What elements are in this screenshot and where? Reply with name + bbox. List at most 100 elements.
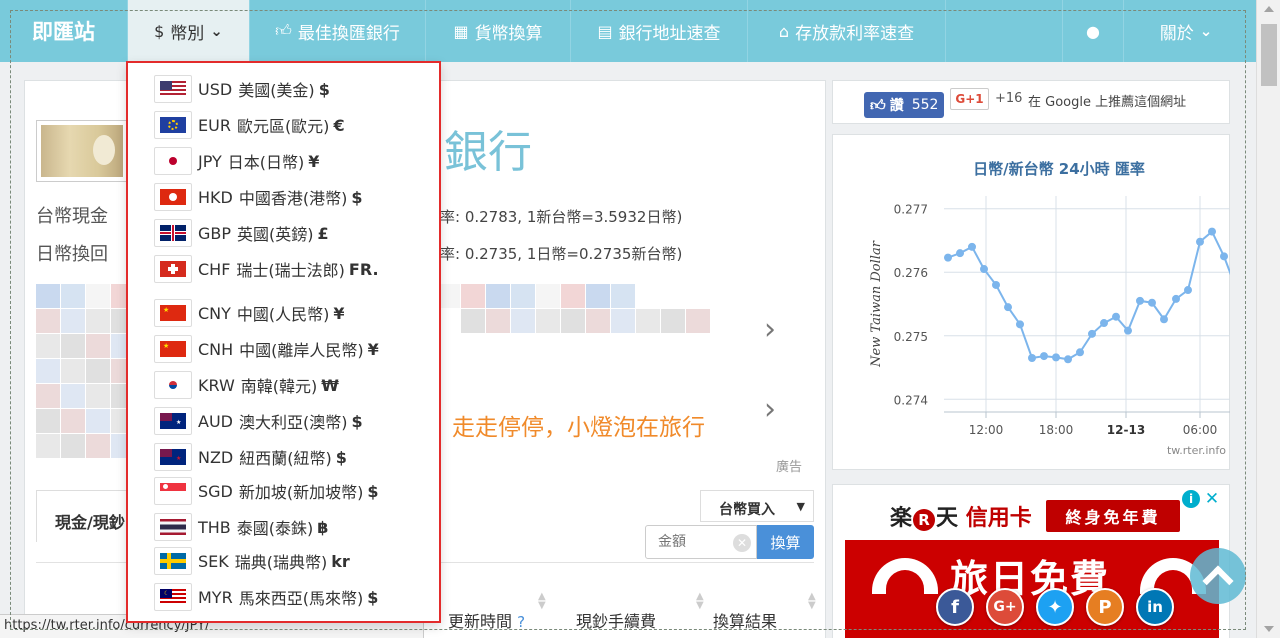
mosaic-tile	[86, 284, 110, 308]
dollar-icon: $	[154, 21, 165, 41]
chart-data-point	[1040, 352, 1048, 361]
mosaic-tile	[61, 309, 85, 333]
mosaic-tile	[61, 384, 85, 408]
facebook-like-button[interactable]: 👍︎ 讚 552	[864, 92, 944, 118]
chart-data-point	[1124, 326, 1132, 335]
y-tick-label: 0.276	[894, 266, 928, 280]
ad2-brand-card: 信用卡	[965, 506, 1032, 531]
currency-menu-item-sgd[interactable]: SGD 新加坡(新加坡幣) $	[154, 477, 379, 505]
ad2-headline: 旅日免費	[950, 557, 1111, 601]
currency-symbol: €	[333, 115, 345, 135]
book-icon: ▤	[597, 21, 613, 41]
scroll-up-icon[interactable]	[1264, 6, 1274, 12]
twitter-share-icon[interactable]: ✦	[1036, 588, 1074, 626]
chart-data-point	[1100, 319, 1108, 328]
caret-down-icon: ▼	[796, 500, 805, 513]
col-header-result[interactable]: 換算結果	[713, 608, 777, 632]
currency-menu-item-sek[interactable]: SEK 瑞典(瑞典幣) kr	[154, 547, 350, 575]
my-flag-icon: ☾	[154, 583, 192, 611]
nav-about[interactable]: 關於 ⌄	[1124, 0, 1248, 62]
mosaic-tile	[61, 334, 85, 358]
hk-flag-icon	[154, 183, 192, 211]
ad-close-icon[interactable]: ✕	[1201, 489, 1223, 509]
currency-symbol: £	[317, 223, 329, 243]
scroll-down-icon[interactable]	[1264, 626, 1274, 632]
chevron-right-icon[interactable]: ›	[764, 312, 776, 347]
sort-icon[interactable]: ▲ ▼	[808, 592, 816, 611]
mosaic-tile	[486, 284, 510, 308]
currency-menu-item-krw[interactable]: KRW 南韓(韓元) ₩	[154, 371, 339, 399]
clear-icon[interactable]: ✕	[733, 534, 751, 552]
help-icon[interactable]: ?	[517, 613, 525, 631]
chart-data-point	[1208, 227, 1216, 236]
se-flag-icon	[154, 547, 192, 575]
rate-line-return-value: 率: 0.2735, 1日幣=0.2735新台幣)	[440, 245, 683, 263]
site-logo[interactable]: 即匯站	[0, 0, 128, 62]
plurk-share-icon[interactable]: P	[1086, 588, 1124, 626]
chart-data-point	[1052, 353, 1060, 362]
currency-menu-item-myr[interactable]: ☾ MYR 馬來西亞(馬來幣) $	[154, 583, 378, 611]
convert-button[interactable]: 換算	[757, 525, 814, 559]
chevron-right-icon[interactable]: ›	[764, 392, 776, 427]
nav-bank-address[interactable]: ▤ 銀行地址速查	[571, 0, 748, 62]
currency-name: 瑞典(瑞典幣)	[234, 553, 328, 572]
currency-name: 中國(人民幣)	[236, 305, 330, 324]
currency-menu-item-cny[interactable]: ★ CNY 中國(人民幣) ¥	[154, 299, 345, 327]
currency-menu-item-usd[interactable]: USD 美國(美金) $	[154, 75, 330, 103]
chart-data-point	[1160, 315, 1168, 324]
arrow-up-icon	[1202, 565, 1234, 597]
nav-language[interactable]: ●	[1062, 0, 1124, 62]
chart-data-point	[992, 280, 1000, 289]
chart-data-point	[1220, 252, 1228, 261]
back-to-top-button[interactable]	[1190, 548, 1246, 604]
currency-menu-item-eur[interactable]: EUR 歐元區(歐元) €	[154, 111, 345, 139]
page: { "nav": { "brand": "即匯站", "currency_lab…	[0, 0, 1280, 638]
scrollbar-thumb[interactable]	[1261, 24, 1277, 86]
currency-menu-toggle[interactable]: $ 幣別 ⌄	[128, 0, 250, 62]
tab-cash[interactable]: 現金/現鈔	[36, 490, 132, 542]
direction-select-value: 台幣買入	[719, 502, 775, 518]
x-tick-label: 12-13	[1107, 423, 1145, 437]
currency-symbol: $	[335, 447, 347, 467]
chart-data-point	[1112, 312, 1120, 321]
mosaic-tile	[661, 309, 685, 333]
currency-menu-item-hkd[interactable]: HKD 中國香港(港幣) $	[154, 183, 362, 211]
page-title: 銀行	[444, 127, 532, 178]
currency-code: CNH	[198, 339, 234, 359]
currency-menu-item-thb[interactable]: THB 泰國(泰銖) ฿	[154, 513, 328, 541]
currency-menu-item-chf[interactable]: CHF 瑞士(瑞士法郎) FR.	[154, 255, 379, 283]
mosaic-tile	[86, 334, 110, 358]
sort-icon[interactable]: ▲ ▼	[538, 592, 546, 611]
currency-menu-item-aud[interactable]: ★ AUD 澳大利亞(澳幣) $	[154, 407, 363, 435]
y-axis-label: New Taiwan Dollar	[869, 240, 884, 368]
currency-menu-item-gbp[interactable]: GBP 英國(英鎊) £	[154, 219, 329, 247]
direction-select[interactable]: 台幣買入 ▼	[700, 490, 814, 522]
nz-flag-icon: ★	[154, 443, 192, 471]
nav-interest-rates[interactable]: ⌂ 存放款利率速查	[748, 0, 946, 62]
chevron-down-icon: ⌄	[210, 22, 223, 40]
currency-code: USD	[198, 79, 233, 99]
nav-best-bank[interactable]: 👍︎ 最佳換匯銀行	[250, 0, 426, 62]
currency-code: AUD	[198, 411, 233, 431]
ad-info-icon[interactable]: i	[1182, 490, 1200, 508]
x-tick-label: 18:00	[1039, 423, 1074, 437]
nav-converter[interactable]: ▦ 貨幣換算	[426, 0, 571, 62]
currency-name: 日本(日幣)	[227, 153, 305, 172]
facebook-share-icon[interactable]: f	[936, 588, 974, 626]
sort-icon[interactable]: ▲ ▼	[696, 592, 704, 611]
google-plus-share-icon[interactable]: G+	[986, 588, 1024, 626]
linkedin-share-icon[interactable]: in	[1136, 588, 1174, 626]
mosaic-tile	[86, 309, 110, 333]
currency-menu-item-nzd[interactable]: ★ NZD 紐西蘭(紐幣) $	[154, 443, 347, 471]
page-scrollbar[interactable]	[1256, 0, 1280, 638]
mosaic-tile	[611, 309, 635, 333]
ad-headline[interactable]: 走走停停，小燈泡在旅行	[452, 408, 705, 442]
currency-menu-item-jpy[interactable]: JPY 日本(日幣) ¥	[154, 147, 319, 175]
ad2-badge: 終身免年費	[1046, 500, 1180, 532]
col-header-updated[interactable]: 更新時間 ?	[448, 608, 525, 632]
currency-dropdown-menu: USD 美國(美金) $ EUR 歐元區(歐元) € JPY 日本(日幣) ¥ HKD 中國香港(港…	[126, 61, 441, 623]
currency-menu-item-cnh[interactable]: ★ CNH 中國(離岸人民幣) ¥	[154, 335, 379, 363]
currency-symbol: ฿	[317, 517, 329, 537]
google-plus-button[interactable]: G+1	[950, 88, 989, 110]
col-header-fee[interactable]: 現鈔手續費	[576, 608, 656, 632]
